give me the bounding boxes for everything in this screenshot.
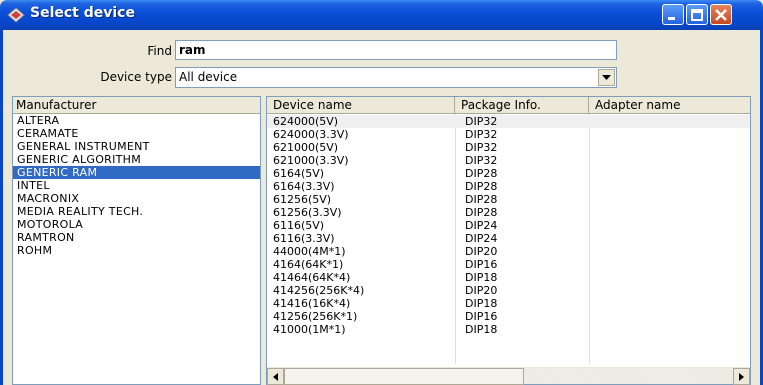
table-row[interactable]: 41256(256K*1) DIP16: [267, 310, 750, 323]
manufacturer-item[interactable]: RAMTRON: [13, 231, 260, 244]
manufacturer-items: ALTERA CERAMATE GENERAL INSTRUMENT GENERIC …: [13, 114, 260, 257]
table-row[interactable]: 41416(16K*4) DIP18: [267, 297, 750, 310]
package-info-cell: DIP20: [465, 245, 498, 258]
find-label: Find: [147, 44, 172, 58]
table-row[interactable]: 61256(5V) DIP28: [267, 193, 750, 206]
package-info-cell: DIP28: [465, 167, 498, 180]
manufacturer-item[interactable]: ROHM: [13, 244, 260, 257]
device-name-cell: 41464(64K*4): [273, 271, 351, 284]
device-table-header: Device name Package Info. Adapter name: [267, 97, 750, 114]
window-frame-left: [0, 30, 3, 385]
find-input[interactable]: ram: [175, 40, 617, 60]
device-name-cell: 4164(64K*1): [273, 258, 344, 271]
device-name-cell: 6164(5V): [273, 167, 325, 180]
package-info-cell: DIP32: [465, 141, 498, 154]
device-app-icon: [7, 6, 25, 24]
device-type-label: Device type: [100, 70, 172, 84]
device-table-body: 624000(5V) DIP32 624000(3.3V) DIP32 621000(5…: [267, 115, 750, 336]
horizontal-scrollbar[interactable]: [267, 367, 750, 385]
device-name-cell: 624000(3.3V): [273, 128, 349, 141]
device-name-cell: 41256(256K*1): [273, 310, 358, 323]
close-icon[interactable]: [710, 4, 732, 25]
package-info-cell: DIP18: [465, 297, 498, 310]
device-name-cell: 6164(3.3V): [273, 180, 335, 193]
package-info-cell: DIP32: [465, 154, 498, 167]
table-row[interactable]: 41000(1M*1) DIP18: [267, 323, 750, 336]
package-info-header[interactable]: Package Info.: [455, 97, 589, 114]
package-info-cell: DIP16: [465, 258, 498, 271]
chevron-down-icon[interactable]: [598, 69, 615, 86]
package-info-cell: DIP18: [465, 323, 498, 336]
manufacturer-item[interactable]: MEDIA REALITY TECH.: [13, 205, 260, 218]
table-row[interactable]: 6116(3.3V) DIP24: [267, 232, 750, 245]
manufacturer-item[interactable]: ALTERA: [13, 114, 260, 127]
device-name-cell: 44000(4M*1): [273, 245, 346, 258]
device-type-select[interactable]: All device: [175, 67, 617, 88]
manufacturer-item[interactable]: GENERIC RAM: [13, 166, 260, 179]
table-row[interactable]: 41464(64K*4) DIP18: [267, 271, 750, 284]
device-name-cell: 624000(5V): [273, 115, 339, 128]
device-name-cell: 61256(3.3V): [273, 206, 342, 219]
device-name-header[interactable]: Device name: [267, 97, 455, 114]
maximize-icon[interactable]: [686, 4, 708, 25]
package-info-cell: DIP16: [465, 310, 498, 323]
adapter-name-header[interactable]: Adapter name: [589, 97, 750, 114]
manufacturer-item[interactable]: MOTOROLA: [13, 218, 260, 231]
manufacturer-item[interactable]: INTEL: [13, 179, 260, 192]
scrollbar-thumb[interactable]: [284, 368, 524, 385]
manufacturer-item[interactable]: CERAMATE: [13, 127, 260, 140]
table-row[interactable]: 624000(3.3V) DIP32: [267, 128, 750, 141]
device-name-cell: 621000(3.3V): [273, 154, 349, 167]
package-info-cell: DIP18: [465, 271, 498, 284]
package-info-cell: DIP24: [465, 219, 498, 232]
manufacturer-list[interactable]: Manufacturer ALTERA CERAMATE GENERAL INSTR…: [12, 96, 261, 385]
table-row[interactable]: 6116(5V) DIP24: [267, 219, 750, 232]
scroll-right-icon[interactable]: [733, 368, 750, 385]
package-info-cell: DIP32: [465, 115, 498, 128]
device-type-value: All device: [179, 70, 238, 84]
table-row[interactable]: 621000(5V) DIP32: [267, 141, 750, 154]
package-info-cell: DIP28: [465, 206, 498, 219]
device-name-cell: 41000(1M*1): [273, 323, 346, 336]
manufacturer-item[interactable]: GENERIC ALGORITHM: [13, 153, 260, 166]
table-row[interactable]: 621000(3.3V) DIP32: [267, 154, 750, 167]
minimize-icon[interactable]: [662, 4, 684, 25]
table-row[interactable]: 624000(5V) DIP32: [267, 115, 750, 128]
table-row[interactable]: 414256(256K*4) DIP20: [267, 284, 750, 297]
table-row[interactable]: 6164(5V) DIP28: [267, 167, 750, 180]
package-info-cell: DIP32: [465, 128, 498, 141]
package-info-cell: DIP28: [465, 180, 498, 193]
device-name-cell: 6116(3.3V): [273, 232, 335, 245]
manufacturer-header[interactable]: Manufacturer: [13, 97, 260, 114]
manufacturer-item[interactable]: MACRONIX: [13, 192, 260, 205]
manufacturer-item[interactable]: GENERAL INSTRUMENT: [13, 140, 260, 153]
table-row[interactable]: 4164(64K*1) DIP16: [267, 258, 750, 271]
device-table[interactable]: Device name Package Info. Adapter name 6…: [266, 96, 751, 385]
package-info-cell: DIP28: [465, 193, 498, 206]
device-name-cell: 61256(5V): [273, 193, 332, 206]
title-bar[interactable]: Select device: [0, 0, 763, 30]
package-info-cell: DIP24: [465, 232, 498, 245]
package-info-cell: DIP20: [465, 284, 498, 297]
table-row[interactable]: 6164(3.3V) DIP28: [267, 180, 750, 193]
device-name-cell: 41416(16K*4): [273, 297, 351, 310]
device-name-cell: 414256(256K*4): [273, 284, 365, 297]
table-row[interactable]: 44000(4M*1) DIP20: [267, 245, 750, 258]
scroll-left-icon[interactable]: [267, 368, 284, 385]
window-title: Select device: [30, 5, 135, 21]
table-row[interactable]: 61256(3.3V) DIP28: [267, 206, 750, 219]
device-name-cell: 6116(5V): [273, 219, 325, 232]
device-name-cell: 621000(5V): [273, 141, 339, 154]
